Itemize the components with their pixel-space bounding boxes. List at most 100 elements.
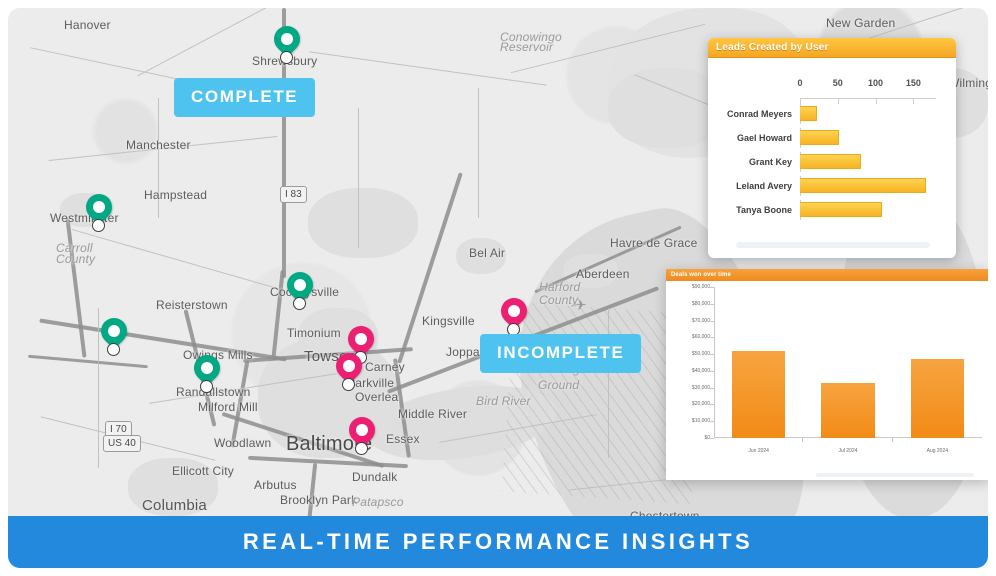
- leads-chart-card[interactable]: Leads Created by User 0 50 100 150 Conrad M…: [708, 38, 956, 258]
- map-label: Hampstead: [144, 188, 208, 202]
- urban-area-forest-north: [308, 188, 418, 258]
- map-pin-anchor-icon: [293, 297, 306, 310]
- y-tick-label: $90,000: [691, 284, 710, 290]
- deals-chart-column-separator: [891, 438, 893, 442]
- y-tick-label: $30,000: [691, 384, 710, 391]
- map-marker-complete[interactable]: [268, 20, 306, 64]
- leads-chart-x-tick-labels: 0 50 100 150: [797, 78, 936, 92]
- map-marker-incomplete[interactable]: [330, 347, 368, 391]
- leads-chart-category-label: Grant Key: [748, 157, 792, 167]
- deals-chart-bar[interactable]: [821, 382, 875, 438]
- leads-chart-bar[interactable]: [800, 106, 818, 121]
- leads-chart-bar[interactable]: [800, 154, 862, 169]
- leads-chart-row: Grant Key: [708, 150, 936, 174]
- map-label: Arbutus: [254, 478, 297, 492]
- leads-chart-bar-track: [800, 102, 936, 126]
- x-tick-label: 50: [832, 78, 843, 88]
- deals-chart-card[interactable]: Deals won over time $0 $10,000 $20,000 $30,…: [666, 269, 988, 480]
- leads-chart-category-label: Leland Avery: [736, 181, 792, 191]
- leads-chart-bar[interactable]: [800, 202, 882, 217]
- bottom-banner: REAL-TIME PERFORMANCE INSIGHTS: [8, 516, 988, 568]
- leads-chart-row: Conrad Meyers: [708, 102, 936, 126]
- map-label: Ellicott City: [172, 464, 234, 478]
- road-minor: [608, 308, 609, 458]
- y-tick-label: $50,000: [691, 351, 710, 358]
- status-chip-complete: COMPLETE: [174, 78, 316, 117]
- map-label: County: [539, 293, 579, 307]
- leads-horizontal-bar-chart: 0 50 100 150 Conrad Meyers Gael Howard Grant …: [708, 64, 948, 224]
- dashboard-screenshot: ✈ HanoverConowingoReservoirNew GardenShr…: [0, 0, 996, 576]
- leads-chart-header: Leads Created by User: [708, 38, 956, 58]
- leads-chart-bar-track: [800, 198, 936, 222]
- deals-chart-y-tick-labels: $0 $10,000 $20,000 $30,000 $40,000 $50,000 $60…: [666, 284, 714, 441]
- deals-chart-title: Deals won over time: [671, 272, 731, 278]
- leads-chart-bar[interactable]: [800, 130, 840, 145]
- map-marker-complete[interactable]: [80, 188, 118, 232]
- map-pin-anchor-icon: [280, 51, 293, 64]
- route-shield: I 83: [280, 186, 307, 203]
- map-label: Woodlawn: [214, 436, 272, 450]
- map-label: Bel Air: [469, 246, 506, 260]
- deals-chart-column: [893, 287, 982, 438]
- map-label: Reisterstown: [156, 298, 228, 312]
- y-tick-label: $60,000: [691, 334, 710, 341]
- leads-chart-bar[interactable]: [800, 178, 927, 193]
- deals-chart-bar[interactable]: [910, 359, 965, 438]
- map-marker-incomplete[interactable]: [343, 411, 381, 455]
- y-tick-label: $80,000: [691, 300, 710, 307]
- deals-chart-category-label: Aug 2024: [926, 448, 949, 454]
- map-marker-complete[interactable]: [188, 349, 226, 393]
- map-label: Ground: [538, 378, 580, 392]
- map-label: Manchester: [126, 138, 191, 152]
- y-tick-mark: [710, 438, 714, 439]
- deals-vertical-bar-chart: $0 $10,000 $20,000 $30,000 $40,000 $50,000 $60…: [666, 284, 982, 464]
- map-label: Brooklyn Park: [280, 493, 358, 507]
- map-marker-complete[interactable]: [95, 312, 133, 356]
- deals-chart-column-separator: [802, 438, 804, 442]
- map-label: Milford Mill: [198, 400, 258, 414]
- deals-chart-header: Deals won over time: [666, 269, 988, 281]
- leads-chart-category-label: Tanya Boone: [736, 205, 792, 215]
- leads-chart-category-label: Conrad Meyers: [726, 109, 792, 119]
- map-canvas[interactable]: ✈ HanoverConowingoReservoirNew GardenShr…: [8, 8, 988, 568]
- status-chip-incomplete: INCOMPLETE: [480, 334, 642, 373]
- deals-chart-x-tick-labels: Jun 2024 Jul 2024 Aug 2024: [714, 448, 982, 454]
- leads-chart-scrollbar[interactable]: [736, 242, 930, 248]
- map-label: Bird River: [476, 394, 531, 408]
- map-label: Columbia: [142, 497, 207, 514]
- deals-chart-bar[interactable]: [731, 350, 786, 438]
- deals-chart-scrollbar[interactable]: [816, 473, 974, 477]
- map-label: County: [56, 252, 96, 266]
- map-pin-anchor-icon: [200, 380, 213, 393]
- deals-chart-category-label: Jun 2024: [748, 448, 769, 454]
- route-shield: US 40: [103, 435, 141, 452]
- road-minor: [478, 88, 479, 218]
- leads-chart-title: Leads Created by User: [716, 42, 829, 53]
- leads-chart-rows: Conrad Meyers Gael Howard Grant Key Leland …: [708, 102, 936, 222]
- map-label: Dundalk: [352, 470, 398, 484]
- map-marker-complete[interactable]: [281, 266, 319, 310]
- map-label: Overlea: [355, 390, 399, 404]
- deals-chart-column: [803, 287, 893, 442]
- leads-chart-row: Tanya Boone: [708, 198, 936, 222]
- leads-chart-row: Leland Avery: [708, 174, 936, 198]
- x-tick-label: 0: [797, 78, 803, 88]
- map-label: Harford: [539, 280, 581, 294]
- deals-chart-plot-area: [714, 287, 982, 442]
- map-label: Havre de Grace: [610, 236, 698, 250]
- map-label: Hanover: [64, 18, 111, 32]
- deals-chart-category-label: Jul 2024: [838, 448, 858, 454]
- leads-chart-row: Gael Howard: [708, 126, 936, 150]
- leads-chart-bar-track: [800, 174, 936, 198]
- y-tick-label: $20,000: [691, 401, 710, 408]
- map-marker-incomplete[interactable]: [495, 292, 533, 336]
- map-pin-anchor-icon: [342, 378, 355, 391]
- banner-text: REAL-TIME PERFORMANCE INSIGHTS: [242, 529, 754, 554]
- deals-chart-column: [714, 287, 804, 442]
- map-label: Reservoir: [500, 40, 554, 54]
- map-pin-anchor-icon: [355, 442, 368, 455]
- y-tick-label: $40,000: [691, 367, 710, 374]
- map-label: Kingsville: [422, 314, 475, 328]
- map-label: Timonium: [287, 326, 341, 340]
- map-label: New Garden: [826, 16, 896, 30]
